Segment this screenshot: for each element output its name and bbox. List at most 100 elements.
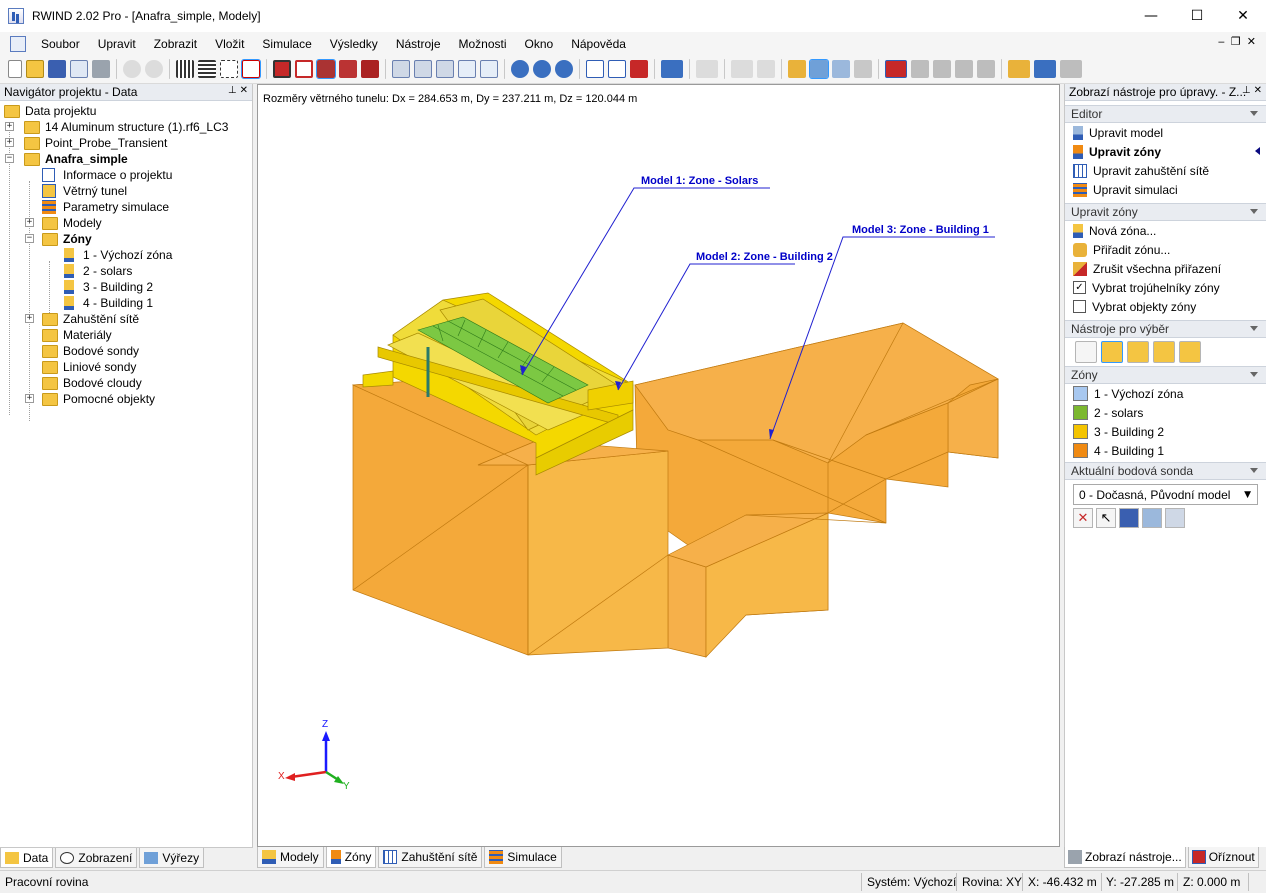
print-icon[interactable] [92, 60, 110, 78]
collapse-arrow-icon[interactable] [1250, 326, 1258, 331]
maximize-button[interactable]: ☐ [1174, 0, 1220, 32]
menu-soubor[interactable]: Soubor [32, 37, 89, 51]
section-zones[interactable]: Zóny [1065, 366, 1266, 384]
tree-item-project-1[interactable]: + 14 Aluminum structure (1).rf6_LC3 [0, 119, 252, 135]
collapse-icon[interactable]: − [25, 234, 34, 243]
layers-icon[interactable] [757, 60, 775, 78]
model-scene[interactable] [258, 85, 1059, 846]
collapse-arrow-icon[interactable] [1250, 111, 1258, 116]
select-objects-item[interactable]: Vybrat objekty zóny [1065, 297, 1266, 316]
tab-views[interactable]: Výřezy [139, 848, 205, 868]
tree-item-point-probes[interactable]: Bodové sondy [0, 343, 252, 359]
measure-icon[interactable] [1008, 60, 1030, 78]
box-red-icon[interactable] [273, 60, 291, 78]
zoom-view-icon[interactable] [361, 60, 379, 78]
new-zone-item[interactable]: Nová zóna... [1065, 221, 1266, 240]
viewport-3d[interactable]: Rozměry větrného tunelu: Dx = 284.653 m,… [257, 84, 1060, 847]
save-probe-icon[interactable] [1119, 508, 1139, 528]
expand-icon[interactable]: + [25, 314, 34, 323]
tab-data[interactable]: Data [0, 848, 54, 868]
tab-edit-tools[interactable]: Zobrazí nástroje... [1064, 847, 1186, 868]
cube-arrow-icon[interactable] [608, 60, 626, 78]
tree-item-zone-1[interactable]: 1 - Výchozí zóna [0, 247, 252, 263]
zoom-window-icon[interactable] [458, 60, 476, 78]
tab-mesh-refinement[interactable]: Zahuštění sítě [378, 847, 483, 868]
undo-icon[interactable] [123, 60, 141, 78]
report-icon[interactable] [70, 60, 88, 78]
mesh-icon[interactable] [198, 60, 216, 78]
menu-upravit[interactable]: Upravit [89, 37, 145, 51]
align-icon[interactable] [731, 60, 753, 78]
model-icon[interactable] [788, 60, 806, 78]
pick-probe-icon[interactable]: ↖ [1096, 508, 1116, 528]
view-side-icon[interactable] [436, 60, 454, 78]
clip-section-icon[interactable] [955, 60, 973, 78]
new-icon[interactable] [8, 60, 22, 78]
tree-item-project-3[interactable]: − Anafra_simple [0, 151, 252, 167]
clip-box-icon[interactable] [885, 60, 907, 78]
tab-simulation[interactable]: Simulace [484, 847, 562, 868]
tools-icon[interactable] [1034, 60, 1056, 78]
save-icon[interactable] [48, 60, 66, 78]
tree-item-zone-3[interactable]: 3 - Building 2 [0, 279, 252, 295]
section-zone-edit[interactable]: Upravit zóny [1065, 203, 1266, 221]
select-triangles-checkbox[interactable]: ✓ [1073, 281, 1086, 294]
tree-item-zone-2[interactable]: 2 - solars [0, 263, 252, 279]
tree-item-models[interactable]: + Modely [0, 215, 252, 231]
box-outline-icon[interactable] [295, 60, 313, 78]
menu-vysledky[interactable]: Výsledky [321, 37, 387, 51]
zone-item-1[interactable]: 1 - Výchozí zóna [1065, 384, 1266, 403]
tree-item-project-2[interactable]: + Point_Probe_Transient [0, 135, 252, 151]
menu-simulace[interactable]: Simulace [253, 37, 320, 51]
edit-mesh-item[interactable]: Upravit zahuštění sítě [1065, 161, 1266, 180]
pick-icon[interactable] [241, 59, 261, 79]
render-mode-icon[interactable] [661, 60, 683, 78]
edit-zones-item[interactable]: Upravit zóny [1065, 142, 1266, 161]
clip-tilt-icon[interactable] [977, 60, 995, 78]
probe-view-icon[interactable] [1142, 508, 1162, 528]
tree-item-zone-4[interactable]: 4 - Building 1 [0, 295, 252, 311]
tree-item-zones[interactable]: − Zóny [0, 231, 252, 247]
select-objects-checkbox[interactable] [1073, 300, 1086, 313]
tree-item-sim-params[interactable]: Parametry simulace [0, 199, 252, 215]
menu-moznosti[interactable]: Možnosti [450, 37, 516, 51]
rotate-left-icon[interactable] [533, 60, 551, 78]
tree-item-point-clouds[interactable]: Bodové cloudy [0, 375, 252, 391]
tree-item-materials[interactable]: Materiály [0, 327, 252, 343]
open-icon[interactable] [26, 60, 44, 78]
zoom-all-icon[interactable] [480, 60, 498, 78]
tree-item-wind-tunnel[interactable]: Větrný tunel [0, 183, 252, 199]
select-pointer-icon[interactable] [1075, 341, 1097, 363]
tab-display[interactable]: Zobrazení [55, 848, 138, 868]
collapse-arrow-icon[interactable] [1250, 209, 1258, 214]
filter-icon[interactable] [630, 60, 648, 78]
close-panel-icon[interactable]: ✕ [240, 85, 248, 96]
menu-nastroje[interactable]: Nástroje [387, 37, 450, 51]
menu-vlozit[interactable]: Vložit [206, 37, 253, 51]
tab-zones[interactable]: Zóny [325, 847, 377, 868]
zones-icon[interactable] [809, 59, 829, 79]
refresh-icon[interactable] [511, 60, 529, 78]
select-triangles-item[interactable]: ✓ Vybrat trojúhelníky zóny [1065, 278, 1266, 297]
redo-icon[interactable] [145, 60, 163, 78]
close-button[interactable]: ✕ [1220, 0, 1266, 32]
simulation-icon[interactable] [854, 60, 872, 78]
mdi-close-icon[interactable]: ✕ [1247, 35, 1256, 48]
pin-icon[interactable]: ⊥ [228, 85, 237, 96]
clear-assignments-item[interactable]: Zrušit všechna přiřazení [1065, 259, 1266, 278]
probe-settings-icon[interactable] [1165, 508, 1185, 528]
edit-pen-icon[interactable] [696, 60, 718, 78]
pin-icon[interactable]: ⊥ [1242, 85, 1251, 96]
collapse-arrow-icon[interactable] [1250, 372, 1258, 377]
select-circle-icon[interactable] [1153, 341, 1175, 363]
move-view-icon[interactable] [339, 60, 357, 78]
edit-simulation-item[interactable]: Upravit simulaci [1065, 180, 1266, 199]
expand-icon[interactable]: + [25, 394, 34, 403]
select-pin-icon[interactable] [1101, 341, 1123, 363]
expand-icon[interactable]: + [5, 122, 14, 131]
tree-item-helpers[interactable]: + Pomocné objekty [0, 391, 252, 407]
select-polygon-icon[interactable] [1127, 341, 1149, 363]
assign-zone-item[interactable]: Přiřadit zónu... [1065, 240, 1266, 259]
mesh-density-icon[interactable] [832, 60, 850, 78]
clip-rect-icon[interactable] [933, 60, 951, 78]
